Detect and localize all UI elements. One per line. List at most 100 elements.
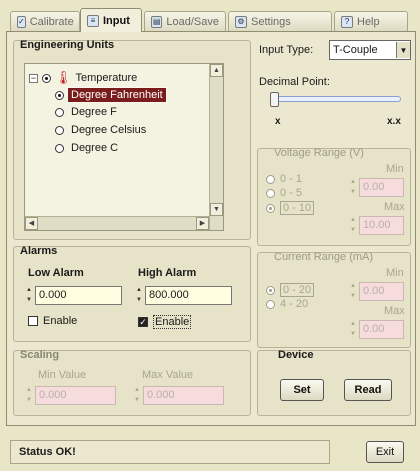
tree-item[interactable]: Degree F	[55, 106, 117, 118]
stepper-arrows-icon[interactable]: ▲ ▼	[26, 286, 34, 304]
tab-strip: ✓ Calibrate ≡ Input ▤ Load/Save ⚙ Settin…	[6, 8, 416, 32]
tab-settings[interactable]: ⚙ Settings	[228, 11, 332, 31]
current-range-title: Current Range (mA)	[274, 251, 374, 263]
high-alarm-enable-checkbox[interactable]: ✓ Enable	[138, 315, 192, 329]
decimal-point-slider[interactable]	[273, 96, 401, 102]
voltage-min-stepper[interactable]: ▲ ▼ 0.00	[350, 177, 404, 197]
low-alarm-label: Low Alarm	[28, 267, 84, 279]
scroll-right-icon[interactable]: ▶	[196, 217, 209, 230]
current-max-stepper[interactable]: ▲ ▼ 0.00	[350, 319, 404, 339]
stepper-arrows-icon[interactable]: ▲ ▼	[350, 178, 358, 196]
scaling-title: Scaling	[20, 349, 60, 361]
input-type-select[interactable]: T-Couple ▼	[329, 40, 411, 60]
high-alarm-field[interactable]: 800.000	[145, 285, 232, 305]
horizontal-scrollbar[interactable]: ◀ ▶	[25, 216, 209, 230]
current-option-selected[interactable]: 0 - 20	[266, 283, 315, 297]
units-tree[interactable]: − 🌡 Temperature Degree Fahrenheit Degree…	[24, 63, 224, 231]
current-max-field[interactable]: 0.00	[359, 319, 404, 339]
scaling-min-stepper[interactable]: ▲ ▼ 0.000	[26, 385, 116, 405]
current-min-stepper[interactable]: ▲ ▼ 0.00	[350, 281, 404, 301]
stepper-arrows-icon[interactable]: ▲ ▼	[350, 282, 358, 300]
settings-icon: ⚙	[235, 15, 247, 28]
scroll-left-icon[interactable]: ◀	[25, 217, 38, 230]
checkbox-icon[interactable]: ✓	[138, 317, 148, 327]
voltage-min-field[interactable]: 0.00	[359, 177, 404, 197]
current-min-label: Min	[386, 267, 404, 279]
read-button[interactable]: Read	[344, 379, 392, 401]
voltage-option[interactable]: 0 - 1	[266, 173, 302, 185]
stepper-arrows-icon[interactable]: ▲ ▼	[136, 286, 144, 304]
voltage-max-field[interactable]: 10.00	[359, 215, 404, 235]
tab-label: Settings	[251, 15, 291, 28]
scaling-min-field[interactable]: 0.000	[35, 385, 116, 405]
tab-label: Help	[357, 15, 380, 28]
voltage-min-label: Min	[386, 163, 404, 175]
current-max-label: Max	[384, 305, 405, 317]
tree-item[interactable]: Degree Fahrenheit	[55, 87, 167, 103]
engineering-units-group: Engineering Units − 🌡 Temperature Degree…	[13, 39, 251, 240]
input-type-value: T-Couple	[333, 44, 378, 56]
stepper-arrows-icon[interactable]: ▲ ▼	[350, 216, 358, 234]
tree-item-label-selected: Degree Fahrenheit	[67, 87, 167, 103]
alarms-group: Alarms Low Alarm ▲ ▼ 0.000 Enable High Al…	[13, 245, 251, 342]
scroll-up-icon[interactable]: ▲	[210, 64, 223, 77]
tree-root[interactable]: − 🌡 Temperature	[29, 70, 137, 86]
scaling-max-stepper[interactable]: ▲ ▼ 0.000	[134, 385, 224, 405]
current-option[interactable]: 4 - 20	[266, 298, 308, 310]
low-alarm-enable-checkbox[interactable]: Enable	[28, 315, 77, 327]
radio-icon[interactable]	[266, 174, 275, 184]
stepper-arrows-icon[interactable]: ▲ ▼	[350, 320, 358, 338]
radio-icon[interactable]	[55, 90, 64, 100]
radio-icon[interactable]	[55, 107, 64, 117]
set-button[interactable]: Set	[280, 379, 324, 401]
tab-help[interactable]: ? Help	[334, 11, 408, 31]
input-icon: ≡	[87, 14, 99, 27]
alarms-title: Alarms	[20, 245, 58, 257]
decimal-point-label: Decimal Point:	[259, 76, 330, 88]
radio-icon[interactable]	[266, 299, 275, 309]
tab-calibrate[interactable]: ✓ Calibrate	[10, 11, 80, 31]
voltage-max-stepper[interactable]: ▲ ▼ 10.00	[350, 215, 404, 235]
voltage-option-selected[interactable]: 0 - 10	[266, 201, 315, 215]
chevron-down-icon[interactable]: ▼	[396, 42, 410, 58]
scaling-max-field[interactable]: 0.000	[143, 385, 224, 405]
thermometer-icon: 🌡	[55, 70, 72, 85]
tree-root-label: Temperature	[75, 72, 138, 84]
radio-icon[interactable]	[266, 188, 275, 198]
scaling-max-label: Max Value	[142, 369, 194, 381]
decimal-max-label: x.x	[387, 116, 401, 127]
tree-item[interactable]: Degree Celsius	[55, 124, 146, 136]
device-group: Device Set Read	[257, 349, 411, 416]
vertical-scrollbar[interactable]: ▲ ▼	[209, 64, 223, 230]
radio-icon[interactable]	[266, 203, 275, 213]
slider-handle[interactable]	[270, 92, 279, 107]
current-min-field[interactable]: 0.00	[359, 281, 404, 301]
high-alarm-stepper[interactable]: ▲ ▼ 800.000	[136, 285, 232, 305]
scaling-min-label: Min Value	[38, 369, 87, 381]
low-alarm-stepper[interactable]: ▲ ▼ 0.000	[26, 285, 122, 305]
collapse-icon[interactable]: −	[29, 73, 38, 83]
voltage-max-label: Max	[384, 201, 405, 213]
calibrate-icon: ✓	[17, 15, 26, 28]
decimal-min-label: x	[275, 116, 281, 127]
checkbox-icon[interactable]	[28, 316, 38, 326]
tab-input[interactable]: ≡ Input	[80, 8, 142, 32]
radio-icon[interactable]	[42, 73, 51, 83]
exit-button[interactable]: Exit	[366, 441, 404, 463]
voltage-option[interactable]: 0 - 5	[266, 187, 302, 199]
device-title: Device	[278, 349, 314, 361]
radio-icon[interactable]	[55, 143, 64, 153]
low-alarm-field[interactable]: 0.000	[35, 285, 122, 305]
engineering-units-title: Engineering Units	[20, 39, 115, 51]
scroll-down-icon[interactable]: ▼	[210, 203, 223, 216]
voltage-range-group: Voltage Range (V) 0 - 1 0 - 5 0 - 10 Min…	[257, 147, 411, 246]
help-icon: ?	[341, 15, 353, 28]
current-range-group: Current Range (mA) 0 - 20 4 - 20 Min ▲ ▼ …	[257, 251, 411, 348]
tab-load-save[interactable]: ▤ Load/Save	[144, 11, 226, 31]
stepper-arrows-icon[interactable]: ▲ ▼	[134, 386, 142, 404]
tree-item[interactable]: Degree C	[55, 142, 118, 154]
radio-icon[interactable]	[55, 125, 64, 135]
radio-icon[interactable]	[266, 285, 275, 295]
stepper-arrows-icon[interactable]: ▲ ▼	[26, 386, 34, 404]
tree-item-label: Degree Celsius	[71, 124, 147, 136]
